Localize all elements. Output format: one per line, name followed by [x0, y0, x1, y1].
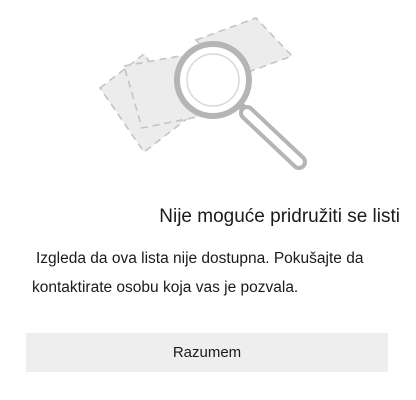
dialog-message-line-2: kontaktirate osobu koja vas je pozvala.	[32, 279, 299, 296]
magnifier-illustration-svg	[98, 17, 307, 170]
not-found-illustration-icon	[96, 10, 326, 180]
magnifying-glass-icon	[174, 41, 307, 170]
dialog-message-line-1: Izgleda da ova lista nije dostupna. Poku…	[36, 250, 364, 267]
dialog-message: Izgleda da ova lista nije dostupna. Poku…	[0, 244, 416, 302]
dialog-title: Nije moguće pridružiti se listi	[159, 206, 400, 227]
dismiss-button[interactable]: Razumem	[26, 333, 388, 372]
